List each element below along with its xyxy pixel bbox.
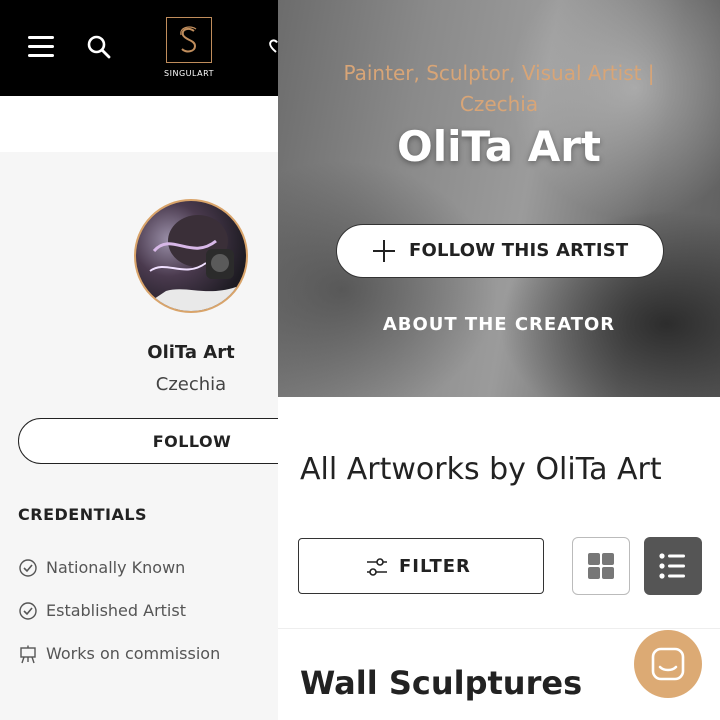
credential-label: Nationally Known bbox=[46, 558, 186, 577]
artist-name: OliTa Art bbox=[147, 342, 235, 363]
follow-this-artist-label: FOLLOW THIS ARTIST bbox=[409, 240, 629, 261]
list-icon bbox=[659, 553, 685, 579]
chat-icon bbox=[651, 647, 685, 681]
right-panel: Painter, Sculptor, Visual Artist | Czech… bbox=[278, 0, 720, 720]
left-panel: SINGULART OliTa Art Czechia FOLLOW CREDE… bbox=[0, 0, 348, 720]
follow-this-artist-button[interactable]: FOLLOW THIS ARTIST bbox=[336, 224, 664, 278]
check-circle-icon bbox=[19, 602, 37, 620]
top-navigation-bar: SINGULART bbox=[0, 0, 278, 96]
list-view-toggle[interactable] bbox=[644, 537, 702, 595]
plus-icon bbox=[373, 240, 395, 262]
artworks-heading: All Artworks by OliTa Art bbox=[300, 452, 662, 487]
credential-label: Works on commission bbox=[46, 644, 221, 663]
easel-icon bbox=[20, 645, 36, 664]
logo-text: SINGULART bbox=[164, 69, 214, 78]
section-divider bbox=[278, 628, 720, 629]
logo-mark-icon bbox=[180, 26, 197, 53]
hero-artist-name: OliTa Art bbox=[397, 122, 601, 171]
artist-roles: Painter, Sculptor, Visual Artist | Czech… bbox=[343, 61, 655, 116]
filter-sliders-icon bbox=[367, 558, 387, 576]
singulart-logo[interactable] bbox=[166, 17, 212, 63]
chat-button[interactable] bbox=[634, 630, 702, 698]
wall-sculptures-heading: Wall Sculptures bbox=[300, 664, 583, 702]
filter-button-label: FILTER bbox=[399, 556, 471, 577]
filter-button[interactable]: FILTER bbox=[298, 538, 544, 594]
grid-icon bbox=[588, 553, 614, 579]
menu-icon[interactable] bbox=[28, 36, 54, 58]
check-circle-icon bbox=[19, 559, 37, 577]
grid-view-toggle[interactable] bbox=[572, 537, 630, 595]
artist-country: Czechia bbox=[155, 374, 227, 395]
search-icon[interactable] bbox=[86, 34, 112, 60]
artist-hero-banner: Painter, Sculptor, Visual Artist | Czech… bbox=[278, 0, 720, 397]
artist-avatar bbox=[134, 199, 248, 313]
credential-label: Established Artist bbox=[46, 601, 186, 620]
about-the-creator-link[interactable]: ABOUT THE CREATOR bbox=[278, 314, 720, 335]
avatar-artwork-image bbox=[136, 215, 246, 311]
credentials-heading: CREDENTIALS bbox=[18, 505, 148, 524]
header-spacer bbox=[0, 96, 278, 152]
